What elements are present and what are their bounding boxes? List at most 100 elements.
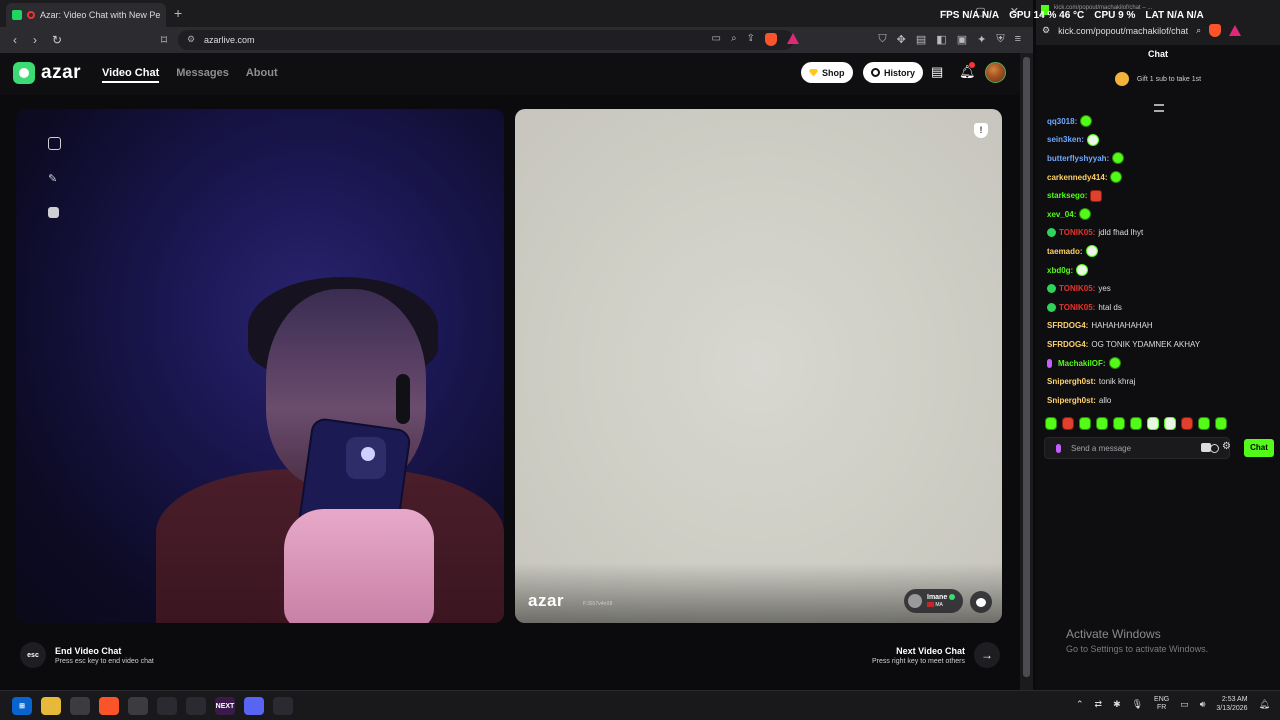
gift-icon[interactable] [1201, 443, 1211, 452]
emote-icon[interactable] [1086, 133, 1099, 146]
volume-icon[interactable]: 🔊︎ [1200, 699, 1206, 710]
emote-icon[interactable] [1085, 245, 1098, 258]
vpn-icon[interactable]: ⛨ [996, 33, 1004, 46]
new-tab-button[interactable]: + [174, 5, 182, 21]
bookmark-icon[interactable]: ⌑ [154, 33, 174, 47]
effects-wand-icon[interactable]: ✎ [48, 172, 61, 185]
notification-center-icon[interactable]: 🔔︎ [1259, 699, 1270, 710]
app-g2-icon[interactable] [273, 697, 293, 715]
shop-button[interactable]: Shop [801, 62, 853, 83]
chat-username[interactable]: TONIK05: [1059, 228, 1095, 237]
shield-icon[interactable]: ⛉ [878, 33, 886, 46]
mic-icon[interactable] [1056, 444, 1061, 453]
chat-username[interactable]: carkennedy414: [1047, 173, 1107, 182]
chat-username[interactable]: qq3018: [1047, 117, 1077, 126]
tray-mic-icon[interactable]: 🎙︎ [1132, 699, 1143, 710]
chat-username[interactable]: sein3ken: [1047, 135, 1084, 144]
chat-username[interactable]: butterflyshyyah: [1047, 154, 1109, 163]
steam-icon[interactable] [157, 697, 177, 715]
site-settings-icon[interactable]: ⚙ [187, 34, 195, 45]
tab-search-icon[interactable]: ▤ [916, 33, 926, 46]
peer-profile-tag[interactable]: Imane MA [904, 589, 964, 613]
emote-icon[interactable] [1090, 189, 1103, 202]
tray-app-icon[interactable]: ⇄ [1095, 699, 1103, 710]
quick-emote-icon[interactable] [1062, 417, 1074, 430]
chat-username[interactable]: MachakilOF: [1058, 359, 1106, 368]
kick-address-bar[interactable]: ⚙ kick.com/popout/machakilof/chat ⌕ [1042, 24, 1242, 37]
chat-username[interactable]: TONIK05: [1059, 284, 1095, 293]
chat-username[interactable]: starksego: [1047, 191, 1087, 200]
app-g-icon[interactable] [186, 697, 206, 715]
emote-icon[interactable] [1108, 357, 1121, 370]
gift-sub-banner[interactable]: Gift 1 sub to take 1st [1036, 72, 1280, 86]
wallet-icon[interactable]: ▣ [957, 33, 967, 46]
next-video-chat-control[interactable]: Next Video Chat Press right key to meet … [872, 642, 1000, 668]
chat-username[interactable]: xev_04: [1047, 210, 1076, 219]
extensions-icon[interactable]: ✥ [897, 33, 906, 46]
message-peer-button[interactable] [970, 591, 992, 613]
language-indicator[interactable]: ENG FR [1154, 696, 1169, 712]
nav-messages[interactable]: Messages [176, 67, 229, 83]
next-arrow-button[interactable]: → [974, 642, 1000, 668]
chat-username[interactable]: TONIK05: [1059, 303, 1095, 312]
quick-emote-icon[interactable] [1079, 417, 1091, 430]
chat-username[interactable]: taemado: [1047, 247, 1083, 256]
reload-icon[interactable]: ↻ [47, 33, 67, 47]
brave-rewards-icon[interactable] [787, 33, 799, 44]
end-video-chat-control[interactable]: esc End Video Chat Press esc key to end … [20, 642, 154, 668]
zoom-icon[interactable]: ⌕ [731, 33, 737, 46]
menu-icon[interactable]: ≡ [1015, 33, 1021, 46]
network-icon[interactable]: ▭ [1180, 699, 1189, 710]
next-app-icon[interactable]: NEXT [215, 697, 235, 715]
back-icon[interactable]: ‹ [5, 33, 25, 47]
pinned-collapse-icon[interactable] [1154, 104, 1164, 112]
profile-avatar[interactable] [985, 62, 1006, 83]
tray-bluetooth-icon[interactable]: ✱ [1113, 699, 1121, 710]
nav-about[interactable]: About [246, 67, 278, 83]
brave-shields-icon[interactable] [765, 33, 777, 46]
emote-icon[interactable] [1076, 264, 1089, 277]
emote-icon[interactable] [1079, 208, 1092, 221]
quick-emote-icon[interactable] [1215, 417, 1227, 430]
emote-icon[interactable] [1110, 171, 1123, 184]
quick-emote-icon[interactable] [1181, 417, 1193, 430]
nav-video-chat[interactable]: Video Chat [102, 67, 160, 83]
send-chat-button[interactable]: Chat [1244, 439, 1274, 457]
system-clock[interactable]: 2:53 AM 3/13/2026 [1216, 695, 1247, 713]
share-icon[interactable]: ⇪ [747, 33, 755, 46]
chat-username[interactable]: Snipergh0st: [1047, 377, 1096, 386]
quick-emote-icon[interactable] [1198, 417, 1210, 430]
forward-icon[interactable]: › [25, 33, 45, 47]
page-scrollbar[interactable] [1020, 53, 1033, 690]
quick-emote-icon[interactable] [1164, 417, 1176, 430]
report-shield-icon[interactable]: ! [974, 123, 988, 138]
inbox-icon[interactable]: ▤ [931, 64, 943, 80]
site-info-icon[interactable]: ⚙ [1042, 25, 1050, 36]
brave-browser-icon[interactable] [99, 697, 119, 715]
scrollbar-thumb[interactable] [1023, 57, 1030, 677]
esc-key-button[interactable]: esc [20, 642, 46, 668]
azar-logo[interactable]: azar [13, 62, 81, 84]
chat-settings-icon[interactable]: ⚙ [1222, 441, 1231, 452]
sticker-icon[interactable] [48, 207, 59, 218]
chat-username[interactable]: SFRDOG4: [1047, 340, 1088, 349]
quick-emote-icon[interactable] [1045, 417, 1057, 430]
kick-rewards-icon[interactable] [1229, 25, 1242, 36]
emoji-picker-icon[interactable] [1210, 444, 1219, 453]
tab-close-button[interactable]: × [165, 10, 166, 21]
chat-username[interactable]: SFRDOG4: [1047, 321, 1088, 330]
kick-brave-icon[interactable] [1209, 24, 1222, 37]
quick-emote-icon[interactable] [1096, 417, 1108, 430]
obs-icon[interactable] [128, 697, 148, 715]
quick-emote-icon[interactable] [1113, 417, 1125, 430]
emote-icon[interactable] [1112, 152, 1125, 165]
chat-username[interactable]: xbd0g: [1047, 266, 1073, 275]
tray-overflow-icon[interactable]: ⌃ [1076, 699, 1084, 710]
sidebar-icon[interactable]: ◧ [936, 33, 946, 46]
tab-azar[interactable]: Azar: Video Chat with New Pe × [6, 3, 166, 27]
file-explorer-icon[interactable] [41, 697, 61, 715]
cast-icon[interactable]: ▭ [712, 33, 721, 46]
address-bar[interactable]: ⚙ azarlive.com [178, 30, 794, 50]
kick-zoom-icon[interactable]: ⌕ [1196, 25, 1201, 36]
quick-emote-icon[interactable] [1147, 417, 1159, 430]
